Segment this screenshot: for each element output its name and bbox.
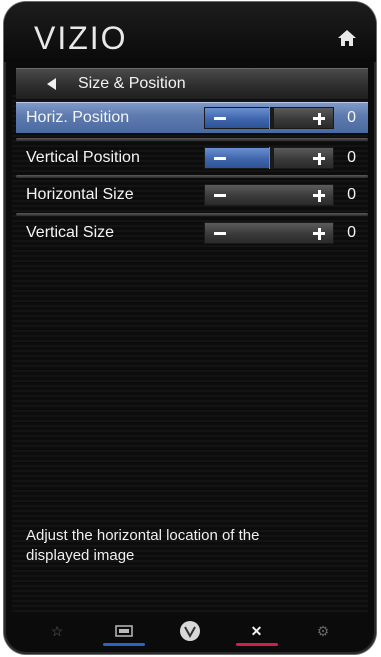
close-glyph: ✕: [250, 622, 263, 639]
tv-menu-frame: VIZIO Size & Position Horiz. Position 0 …: [4, 2, 376, 654]
menu-row-horizontal-size[interactable]: Horizontal Size 0: [16, 175, 368, 210]
menu-title-bar: Size & Position: [16, 68, 368, 99]
row-label: Vertical Size: [26, 224, 115, 241]
minus-icon: [214, 232, 226, 235]
row-value: 0: [347, 186, 356, 203]
plus-icon-vertical: [317, 152, 321, 165]
row-label: Vertical Position: [26, 149, 140, 166]
menu-row-vertical-position[interactable]: Vertical Position 0: [16, 138, 368, 173]
minus-icon: [214, 117, 226, 120]
horiz-position-slider[interactable]: [204, 107, 334, 129]
row-divider: [16, 175, 368, 178]
menu-row-vertical-size[interactable]: Vertical Size 0: [16, 213, 368, 248]
bottom-nav-bar: ☆ ✕ ⚙: [12, 614, 368, 648]
input-underline: [102, 643, 145, 646]
star-icon[interactable]: ☆: [32, 616, 82, 646]
menu-title: Size & Position: [78, 75, 186, 92]
slider-knob[interactable]: [269, 147, 274, 169]
row-value: 0: [347, 109, 356, 126]
plus-icon-vertical: [317, 227, 321, 240]
menu-row-horiz-position[interactable]: Horiz. Position 0: [16, 102, 368, 133]
horizontal-size-slider[interactable]: [204, 184, 334, 206]
row-value: 0: [347, 224, 356, 241]
row-divider: [16, 213, 368, 216]
close-icon[interactable]: ✕: [232, 616, 282, 646]
minus-icon: [214, 157, 226, 160]
row-divider: [16, 138, 368, 141]
plus-icon-vertical: [317, 112, 321, 125]
vertical-size-slider[interactable]: [204, 222, 334, 244]
row-label: Horizontal Size: [26, 186, 134, 203]
input-icon[interactable]: [99, 616, 149, 646]
minus-icon: [214, 194, 226, 197]
close-underline: [235, 643, 278, 646]
row-label: Horiz. Position: [26, 109, 130, 126]
slider-knob[interactable]: [269, 107, 274, 129]
vertical-position-slider[interactable]: [204, 147, 334, 169]
gear-icon[interactable]: ⚙: [298, 616, 348, 646]
help-text: Adjust the horizontal location of the di…: [26, 527, 260, 564]
home-icon[interactable]: [336, 27, 358, 49]
row-value: 0: [347, 149, 356, 166]
plus-icon-vertical: [317, 189, 321, 202]
vizio-logo: VIZIO: [34, 20, 128, 56]
gear-glyph: ⚙: [316, 622, 330, 639]
star-glyph: ☆: [50, 622, 64, 639]
vizio-v-icon[interactable]: [165, 616, 215, 646]
back-arrow-icon[interactable]: [40, 69, 64, 99]
